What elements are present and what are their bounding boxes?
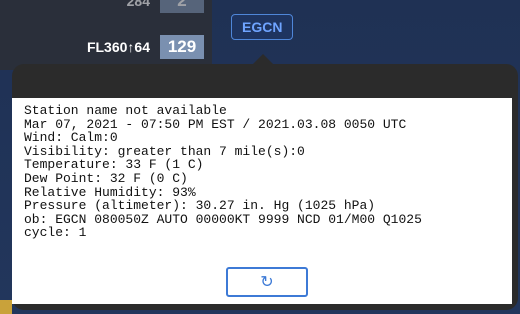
- metar-report: Station name not available Mar 07, 2021 …: [24, 104, 510, 240]
- station-tag[interactable]: EGCN: [231, 14, 294, 40]
- flight-count-badge: 2: [160, 0, 204, 13]
- refresh-button[interactable]: ↻: [226, 267, 308, 297]
- wind-line: Wind: Calm:0: [24, 130, 118, 146]
- cycle-line: cycle: 1: [24, 225, 87, 241]
- flight-row[interactable]: FL360↑64 129: [0, 32, 212, 62]
- station-name-line: Station name not available: [24, 103, 227, 118]
- humidity-line: Relative Humidity: 93%: [24, 184, 196, 200]
- flight-label: FL360↑64: [86, 39, 150, 55]
- pressure-line: Pressure (altimeter): 30.27 in. Hg (1025…: [24, 198, 376, 214]
- temperature-line: Temperature: 33 F (1 C): [24, 157, 204, 173]
- map-edge-marker: [0, 300, 12, 314]
- dew-point-line: Dew Point: 32 F (0 C): [24, 170, 188, 186]
- flight-row[interactable]: 284 2: [0, 0, 212, 16]
- flight-list-panel: 284 2 FL360↑64 129: [0, 0, 212, 70]
- datetime-line: Mar 07, 2021 - 07:50 PM EST / 2021.03.08…: [24, 116, 407, 132]
- refresh-icon: ↻: [260, 274, 274, 291]
- metar-observation-line: ob: EGCN 080050Z AUTO 00000KT 9999 NCD 0…: [24, 211, 422, 227]
- flight-label: 284: [126, 0, 150, 9]
- visibility-line: Visibility: greater than 7 mile(s):0: [24, 143, 305, 159]
- flight-count-badge: 129: [160, 35, 204, 59]
